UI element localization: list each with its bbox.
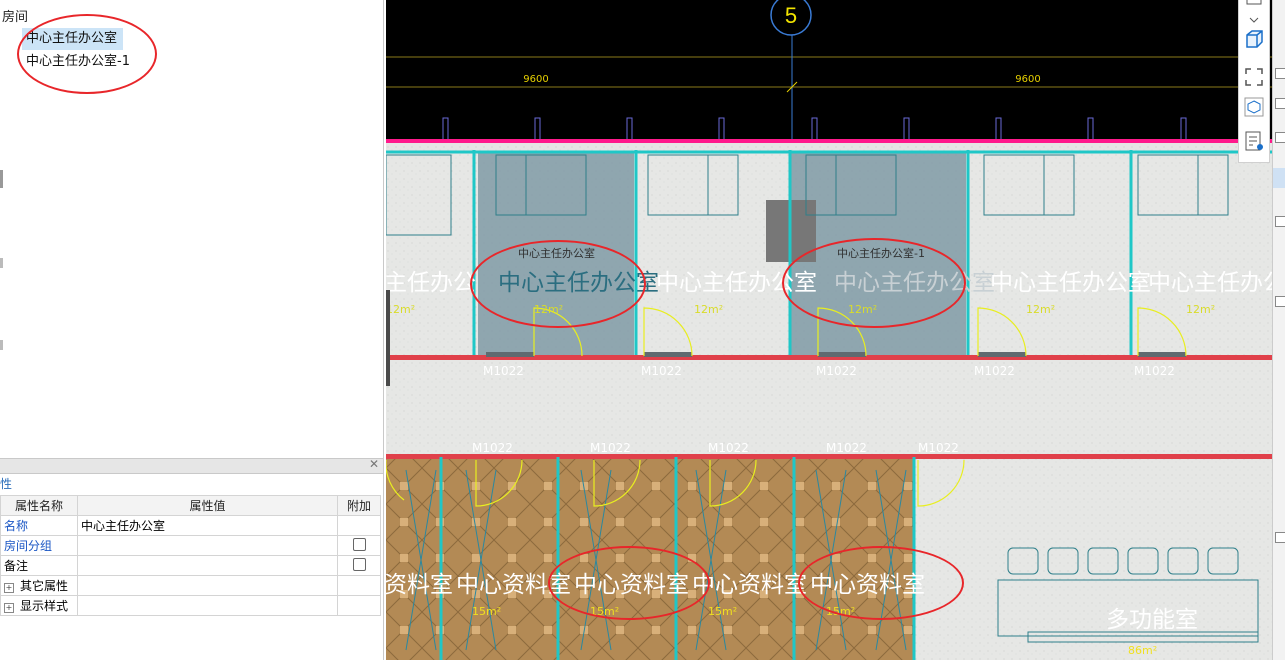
- room-small-label: 中心主任办公室-1: [837, 246, 925, 260]
- col-header-name: 属性名称: [0, 495, 78, 516]
- room-label: 中心主任办公室: [656, 270, 817, 296]
- cad-canvas[interactable]: 5 9600 9600 主任办公 中心主任办公室 中心主任办公室 中心主任办公室…: [386, 0, 1272, 660]
- prop-value-input[interactable]: [77, 555, 338, 576]
- room-label: 中心资料室: [810, 572, 925, 598]
- group-row[interactable]: + 其它属性: [0, 575, 381, 596]
- collapse-icon[interactable]: [1275, 132, 1285, 143]
- table-row[interactable]: 房间分组: [0, 535, 381, 556]
- prop-name: 名称: [0, 515, 78, 536]
- area-label: 15m²: [472, 605, 501, 618]
- black-background: [386, 0, 1272, 140]
- properties-list-icon[interactable]: [1243, 130, 1265, 152]
- dimension-text: 9600: [1015, 74, 1040, 85]
- door-label: M1022: [472, 441, 513, 455]
- properties-table: 属性名称 属性值 附加 名称 中心主任办公室 房间分组 备注 + 其它属性 + 显示…: [0, 495, 381, 616]
- checkbox[interactable]: [352, 537, 366, 551]
- tree-title: 房间: [2, 10, 29, 25]
- group-value: [77, 575, 338, 596]
- splitter-handle[interactable]: [0, 170, 3, 188]
- room-label: 主任办公: [386, 270, 476, 296]
- view-toolbar: [1238, 0, 1270, 163]
- door-label: M1022: [1134, 364, 1175, 378]
- prop-extra: [337, 515, 381, 536]
- room-label: 中心资料室: [692, 572, 807, 598]
- collapse-icon[interactable]: [1275, 532, 1285, 543]
- group-toggle[interactable]: + 显示样式: [0, 595, 78, 616]
- selected-item-highlight[interactable]: [1273, 168, 1285, 188]
- expand-icon[interactable]: +: [4, 603, 14, 613]
- room-small-label: 中心主任办公室: [518, 246, 595, 260]
- room-label: 中心资料室: [574, 572, 689, 598]
- properties-header: ✕: [0, 457, 383, 474]
- checkbox[interactable]: [352, 557, 366, 571]
- right-docked-panel: [1272, 0, 1285, 660]
- door-label: M1022: [816, 364, 857, 378]
- tree-item-room-2[interactable]: 中心主任办公室-1: [22, 51, 136, 73]
- area-label: 12m²: [1186, 303, 1215, 316]
- splitter-handle-3[interactable]: [0, 340, 3, 350]
- prop-extra: [337, 535, 381, 556]
- door-label: M1022: [483, 364, 524, 378]
- table-row[interactable]: 备注: [0, 555, 381, 576]
- canvas-edge-handle[interactable]: [386, 290, 390, 386]
- prop-extra: [337, 555, 381, 576]
- tree-item-room-1[interactable]: 中心主任办公室: [22, 28, 124, 50]
- area-label: 15m²: [826, 605, 855, 618]
- group-extra: [337, 595, 381, 616]
- group-toggle[interactable]: + 其它属性: [0, 575, 78, 596]
- collapse-icon[interactable]: [1275, 98, 1285, 109]
- multi-room-area: 86m²: [1128, 644, 1157, 657]
- prop-value-input[interactable]: 中心主任办公室: [77, 515, 338, 536]
- multi-room-label: 多功能室: [1106, 607, 1198, 633]
- area-label: 15m²: [590, 605, 619, 618]
- door-label: M1022: [590, 441, 631, 455]
- zoom-extents-icon[interactable]: [1243, 66, 1265, 88]
- area-label: 12m²: [1026, 303, 1055, 316]
- splitter-handle-2[interactable]: [0, 258, 3, 268]
- area-label: 15m²: [708, 605, 737, 618]
- prop-name: 房间分组: [0, 535, 78, 556]
- axis-label: 5: [785, 3, 797, 28]
- group-label: 其它属性: [20, 579, 69, 593]
- area-label: 12m²: [848, 303, 877, 316]
- collapse-icon[interactable]: [1275, 296, 1285, 307]
- room-label: 中心主任办公室: [1148, 270, 1272, 296]
- door-label: M1022: [826, 441, 867, 455]
- room-label: 资料室: [386, 572, 453, 598]
- dimension-text: 9600: [523, 74, 548, 85]
- room-label: 中心主任办公室: [990, 270, 1151, 296]
- group-label: 显示样式: [20, 599, 69, 613]
- area-label: 12m²: [694, 303, 723, 316]
- chevron-down-icon[interactable]: [1243, 15, 1265, 25]
- area-label: 12m²: [386, 303, 415, 316]
- col-header-extra: 附加: [337, 495, 381, 516]
- close-icon[interactable]: ✕: [369, 457, 379, 471]
- prop-value-input[interactable]: [77, 535, 338, 556]
- col-header-value: 属性值: [77, 495, 338, 516]
- room-label: 中心主任办公室: [834, 270, 995, 296]
- view-cube-icon[interactable]: [1243, 0, 1265, 12]
- properties-tab[interactable]: 性: [0, 475, 12, 492]
- left-panel: 房间 中心主任办公室 中心主任办公室-1 ✕ 性 属性名称 属性值 附加 名称 …: [0, 0, 384, 660]
- prop-name: 备注: [0, 555, 78, 576]
- archive-rooms-floor: [386, 458, 914, 660]
- room-label: 中心资料室: [456, 572, 571, 598]
- collapse-icon[interactable]: [1275, 68, 1285, 79]
- group-extra: [337, 575, 381, 596]
- collapse-icon[interactable]: [1275, 216, 1285, 227]
- door-label: M1022: [918, 441, 959, 455]
- door-label: M1022: [641, 364, 682, 378]
- room-labels-bottom: 资料室 中心资料室 中心资料室 中心资料室 中心资料室: [386, 572, 925, 598]
- door-label: M1022: [708, 441, 749, 455]
- door-label: M1022: [974, 364, 1015, 378]
- table-row[interactable]: 名称 中心主任办公室: [0, 515, 381, 536]
- 3d-box-icon[interactable]: [1243, 28, 1265, 50]
- room-label: 中心主任办公室: [498, 270, 659, 296]
- expand-icon[interactable]: +: [4, 583, 14, 593]
- area-label: 12m²: [534, 303, 563, 316]
- group-value: [77, 595, 338, 616]
- group-row[interactable]: + 显示样式: [0, 595, 381, 616]
- view-style-icon[interactable]: [1243, 96, 1265, 118]
